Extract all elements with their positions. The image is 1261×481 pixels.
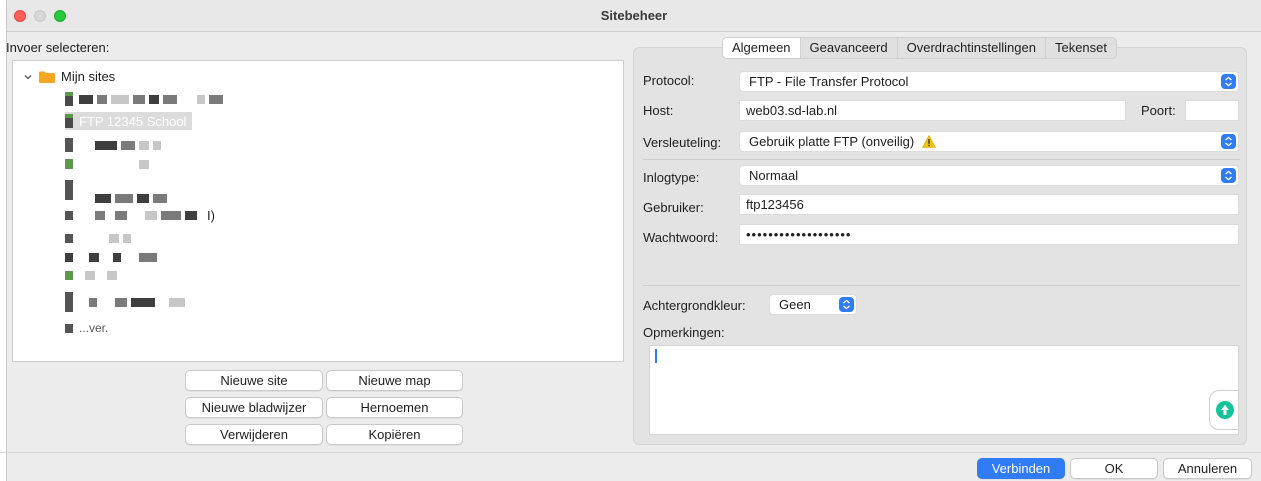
background-color-value: Geen	[779, 297, 811, 312]
select-stepper-icon	[1221, 74, 1236, 89]
server-icon	[65, 233, 73, 243]
port-label: Poort:	[1141, 103, 1176, 118]
select-stepper-icon	[839, 297, 854, 312]
site-item[interactable]	[65, 292, 189, 312]
background-color-label: Achtergrondkleur:	[643, 298, 746, 313]
background-color-select[interactable]: Geen	[769, 294, 857, 315]
protocol-select[interactable]: FTP - File Transfer Protocol	[739, 71, 1239, 92]
site-item[interactable]	[65, 229, 135, 247]
new-bookmark-button[interactable]: Nieuwe bladwijzer	[185, 397, 323, 418]
server-icon	[65, 138, 73, 152]
password-input[interactable]: •••••••••••••••••••	[739, 224, 1239, 245]
site-label-partial: ...ver.	[79, 321, 109, 335]
site-item[interactable]: I)	[65, 206, 215, 224]
new-folder-button[interactable]: Nieuwe map	[326, 370, 463, 391]
user-label: Gebruiker:	[643, 200, 704, 215]
host-input[interactable]: web03.sd-lab.nl	[739, 100, 1126, 121]
site-item[interactable]: ...ver.	[65, 319, 108, 337]
comments-label: Opmerkingen:	[643, 325, 725, 340]
tab-general[interactable]: Algemeen	[723, 38, 801, 58]
protocol-value: FTP - File Transfer Protocol	[749, 74, 909, 89]
site-item[interactable]	[65, 136, 165, 154]
site-item[interactable]	[65, 90, 227, 108]
text-caret	[655, 349, 657, 363]
server-icon	[65, 270, 73, 280]
site-item[interactable]	[65, 266, 121, 284]
selected-site-label: FTP 12345 School	[79, 113, 187, 129]
login-type-value: Normaal	[749, 168, 799, 183]
login-type-select[interactable]: Normaal	[739, 165, 1239, 186]
site-item[interactable]	[95, 189, 171, 207]
ok-button[interactable]: OK	[1070, 458, 1158, 479]
tree-root-label: Mijn sites	[61, 69, 116, 84]
chevron-down-icon[interactable]	[23, 72, 33, 82]
port-input[interactable]	[1185, 100, 1239, 121]
grammar-assistant-button[interactable]	[1209, 390, 1239, 430]
encryption-value: Gebruik platte FTP (onveilig)	[749, 134, 915, 149]
tab-charset[interactable]: Tekenset	[1046, 38, 1116, 58]
rename-button[interactable]: Hernoemen	[326, 397, 463, 418]
warning-icon	[921, 134, 936, 148]
tab-advanced[interactable]: Geavanceerd	[801, 38, 898, 58]
server-icon	[65, 114, 73, 128]
server-icon	[65, 180, 73, 200]
select-stepper-icon	[1221, 134, 1236, 149]
site-item[interactable]	[65, 180, 79, 200]
new-site-button[interactable]: Nieuwe site	[185, 370, 323, 391]
site-item[interactable]	[65, 248, 161, 266]
select-stepper-icon	[1221, 168, 1236, 183]
server-icon	[65, 92, 73, 106]
folder-icon	[39, 71, 55, 83]
connect-button[interactable]: Verbinden	[977, 458, 1065, 479]
host-label: Host:	[643, 103, 674, 118]
grammar-assistant-icon	[1216, 401, 1234, 419]
tab-transfer-settings[interactable]: Overdrachtinstellingen	[898, 38, 1046, 58]
server-icon	[65, 292, 73, 312]
site-item-selected[interactable]: FTP 12345 School	[65, 112, 193, 130]
divider	[643, 285, 1240, 286]
delete-button[interactable]: Verwijderen	[185, 424, 323, 445]
password-label: Wachtwoord:	[643, 230, 719, 245]
user-input[interactable]: ftp123456	[739, 194, 1239, 215]
select-entry-label: Invoer selecteren:	[6, 40, 110, 55]
cancel-button[interactable]: Annuleren	[1163, 458, 1252, 479]
tree-root-my-sites[interactable]: Mijn sites	[23, 69, 115, 84]
encryption-label: Versleuteling:	[643, 135, 722, 150]
encryption-select[interactable]: Gebruik platte FTP (onveilig)	[739, 131, 1239, 152]
login-type-label: Inlogtype:	[643, 170, 700, 185]
comments-textarea[interactable]	[649, 345, 1239, 435]
settings-tabs: Algemeen Geavanceerd Overdrachtinstellin…	[722, 37, 1118, 59]
server-icon	[65, 323, 73, 333]
site-tree[interactable]: Mijn sites FTP 12345 School I) ...ver.	[12, 60, 624, 362]
protocol-label: Protocol:	[643, 73, 695, 88]
site-label-partial: I)	[207, 207, 215, 223]
server-icon	[65, 252, 73, 262]
title-bar: Sitebeheer	[7, 0, 1261, 32]
server-icon	[65, 159, 73, 169]
footer-divider	[0, 452, 1261, 453]
server-icon	[65, 210, 73, 220]
site-item[interactable]	[65, 155, 153, 173]
divider	[643, 159, 1240, 160]
window-title: Sitebeheer	[600, 8, 668, 23]
copy-button[interactable]: Kopiëren	[326, 424, 463, 445]
